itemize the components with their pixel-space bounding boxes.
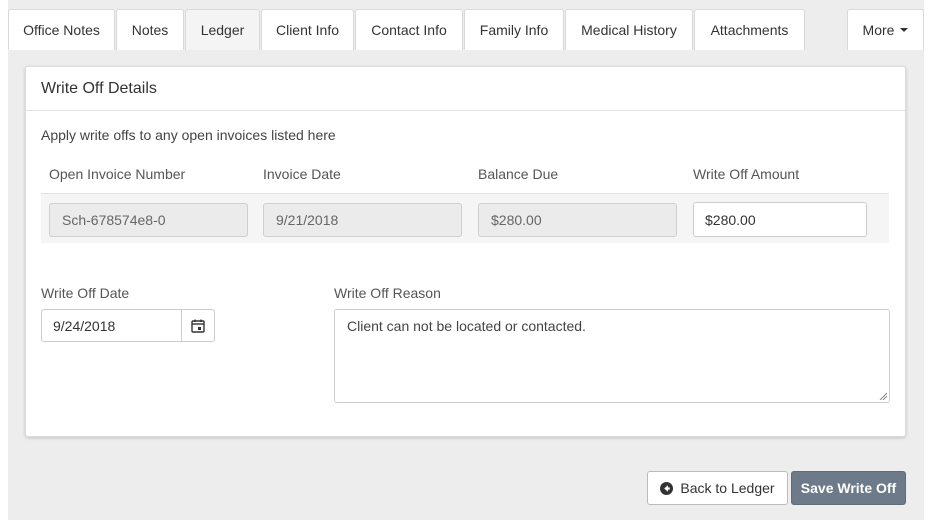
- column-header-balance-due: Balance Due: [478, 166, 559, 182]
- write-off-date-input[interactable]: 9/24/2018: [42, 310, 181, 341]
- tab-contact-info[interactable]: Contact Info: [355, 9, 463, 50]
- balance-due-field: $280.00: [478, 203, 677, 237]
- tab-label: Office Notes: [23, 22, 100, 38]
- tab-office-notes[interactable]: Office Notes: [8, 9, 115, 50]
- intro-text: Apply write offs to any open invoices li…: [41, 127, 336, 143]
- arrow-circle-left-icon: [660, 481, 674, 495]
- resize-grip-icon[interactable]: [879, 392, 887, 400]
- panel-title: Write Off Details: [26, 67, 905, 111]
- invoice-date-field: 9/21/2018: [263, 203, 462, 237]
- tab-label: Family Info: [479, 22, 549, 38]
- table-row: Sch-678574e8-0 9/21/2018 $280.00 $280.00: [41, 193, 889, 243]
- calendar-button[interactable]: [181, 310, 214, 341]
- tab-label: More: [862, 22, 895, 38]
- write-off-amount-input[interactable]: $280.00: [693, 202, 867, 237]
- tab-label: Attachments: [710, 22, 789, 38]
- invoice-number-field: Sch-678574e8-0: [49, 203, 248, 237]
- tab-medical-history[interactable]: Medical History: [565, 9, 693, 50]
- tab-bar: Office Notes Notes Ledger Client Info Co…: [8, 9, 924, 50]
- write-off-reason-textarea[interactable]: Client can not be located or contacted.: [334, 309, 890, 403]
- write-off-date-label: Write Off Date: [41, 285, 130, 301]
- column-header-write-off-amount: Write Off Amount: [693, 166, 800, 182]
- save-write-off-button[interactable]: Save Write Off: [791, 471, 906, 505]
- write-off-panel: Write Off Details Apply write offs to an…: [25, 66, 906, 437]
- caret-down-icon: [900, 28, 909, 32]
- tab-label: Medical History: [581, 22, 677, 38]
- write-off-reason-label: Write Off Reason: [334, 285, 441, 301]
- write-off-reason-text: Client can not be located or contacted.: [347, 318, 586, 334]
- tab-ledger[interactable]: Ledger: [185, 9, 260, 50]
- tab-family-info[interactable]: Family Info: [464, 9, 564, 50]
- write-off-date-picker: 9/24/2018: [41, 309, 215, 342]
- tab-more-dropdown[interactable]: More: [847, 9, 924, 50]
- column-header-invoice-date: Invoice Date: [263, 166, 341, 182]
- calendar-icon: [191, 319, 205, 333]
- tab-client-info[interactable]: Client Info: [261, 9, 354, 50]
- save-write-off-label: Save Write Off: [800, 480, 897, 496]
- back-to-ledger-label: Back to Ledger: [680, 480, 775, 496]
- tab-notes[interactable]: Notes: [116, 9, 184, 50]
- tab-label: Contact Info: [371, 22, 447, 38]
- tab-label: Ledger: [200, 22, 245, 38]
- tab-attachments[interactable]: Attachments: [694, 9, 805, 50]
- column-header-invoice-number: Open Invoice Number: [49, 166, 186, 182]
- back-to-ledger-button[interactable]: Back to Ledger: [647, 471, 788, 505]
- tab-label: Client Info: [275, 22, 340, 38]
- tab-label: Notes: [131, 22, 169, 38]
